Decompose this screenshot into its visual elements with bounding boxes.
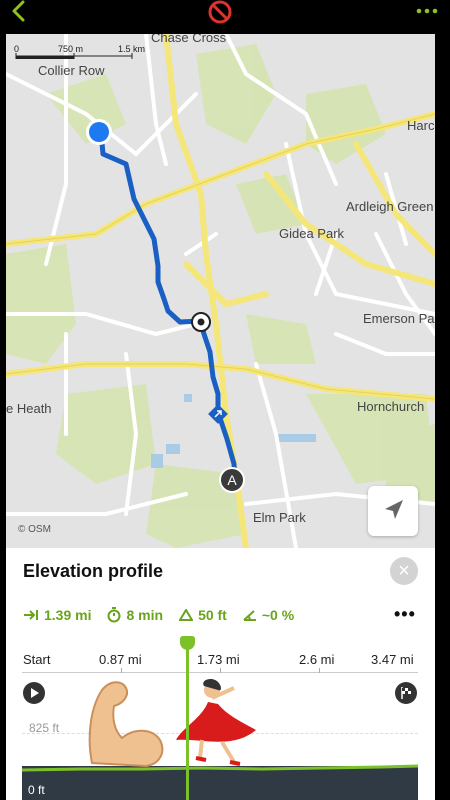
axis-tick-start: Start bbox=[23, 652, 51, 667]
flexed-biceps-icon bbox=[88, 681, 164, 768]
more-options-button[interactable] bbox=[416, 0, 438, 18]
scale-zero: 0 bbox=[14, 44, 20, 54]
map-canvas bbox=[6, 34, 435, 548]
no-entry-icon bbox=[208, 0, 232, 24]
elevation-min-label: 0 ft bbox=[28, 783, 45, 797]
waypoint-icon[interactable] bbox=[190, 311, 212, 333]
map-view[interactable]: 0 750 m 1.5 km Chase Cross Collier Row H… bbox=[6, 34, 435, 548]
osm-attribution[interactable]: © OSM bbox=[18, 524, 51, 535]
stopwatch-icon bbox=[107, 607, 121, 623]
route-start-marker[interactable]: A bbox=[219, 467, 245, 493]
stat-slope: ~0 % bbox=[243, 607, 294, 623]
stat-distance-value: 1.39 mi bbox=[44, 607, 92, 623]
map-label-elm-park: Elm Park bbox=[253, 510, 306, 525]
stat-slope-value: ~0 % bbox=[261, 607, 295, 623]
current-location-icon bbox=[86, 119, 112, 145]
back-button[interactable] bbox=[8, 0, 40, 30]
map-label-emerson-park: Emerson Pa bbox=[363, 311, 435, 326]
stat-distance: 1.39 mi bbox=[23, 607, 91, 623]
finish-flag-button[interactable] bbox=[395, 682, 417, 704]
close-button[interactable]: × bbox=[390, 557, 418, 585]
stat-time: 8 min bbox=[107, 607, 163, 623]
scale-mid: 750 m bbox=[58, 44, 84, 54]
map-label-ardleigh-green: Ardleigh Green bbox=[346, 199, 434, 214]
stat-ascent-value: 50 ft bbox=[198, 607, 227, 623]
scale-end: 1.5 km bbox=[118, 44, 146, 54]
axis-tick-mark bbox=[220, 668, 221, 673]
stat-time-value: 8 min bbox=[126, 607, 164, 623]
axis-tick-3: 2.6 mi bbox=[299, 652, 335, 667]
map-label-chase-cross: Chase Cross bbox=[151, 34, 227, 45]
map-label-harold: Harc bbox=[407, 118, 435, 133]
play-icon bbox=[31, 688, 39, 698]
axis-tick-mark bbox=[121, 668, 122, 673]
start-play-button[interactable] bbox=[23, 682, 45, 704]
position-marker-handle[interactable] bbox=[180, 636, 195, 650]
stat-ascent: 50 ft bbox=[179, 607, 227, 623]
axis-tick-4: 3.47 mi bbox=[371, 652, 414, 667]
more-dots-icon bbox=[416, 8, 438, 14]
map-label-collier-row: Collier Row bbox=[38, 63, 105, 78]
axis-tick-mark bbox=[319, 668, 320, 673]
map-label-heath: e Heath bbox=[6, 401, 52, 416]
navigation-arrow-icon bbox=[385, 500, 403, 519]
ascent-icon bbox=[179, 609, 194, 621]
direction-arrow-icon bbox=[208, 404, 228, 424]
chevron-left-icon bbox=[12, 0, 25, 22]
elevation-panel: Elevation profile × 1.39 mi 8 min 50 ft bbox=[6, 548, 435, 800]
locate-button[interactable] bbox=[368, 486, 418, 536]
dancer-icon bbox=[176, 679, 256, 766]
panel-title: Elevation profile bbox=[23, 561, 164, 581]
map-label-hornchurch: Hornchurch bbox=[357, 399, 425, 414]
axis-tick-1: 0.87 mi bbox=[99, 652, 142, 667]
finish-flag-icon bbox=[401, 687, 411, 699]
stats-more-button[interactable]: ••• bbox=[394, 604, 416, 625]
map-label-gidea-park: Gidea Park bbox=[279, 226, 345, 241]
distance-icon bbox=[24, 610, 38, 620]
top-bar bbox=[0, 0, 450, 36]
position-marker-line[interactable] bbox=[186, 644, 189, 800]
slope-icon bbox=[243, 610, 256, 621]
route-stats: 1.39 mi 8 min 50 ft ~0 % bbox=[23, 605, 310, 625]
axis-tick-2: 1.73 mi bbox=[197, 652, 240, 667]
